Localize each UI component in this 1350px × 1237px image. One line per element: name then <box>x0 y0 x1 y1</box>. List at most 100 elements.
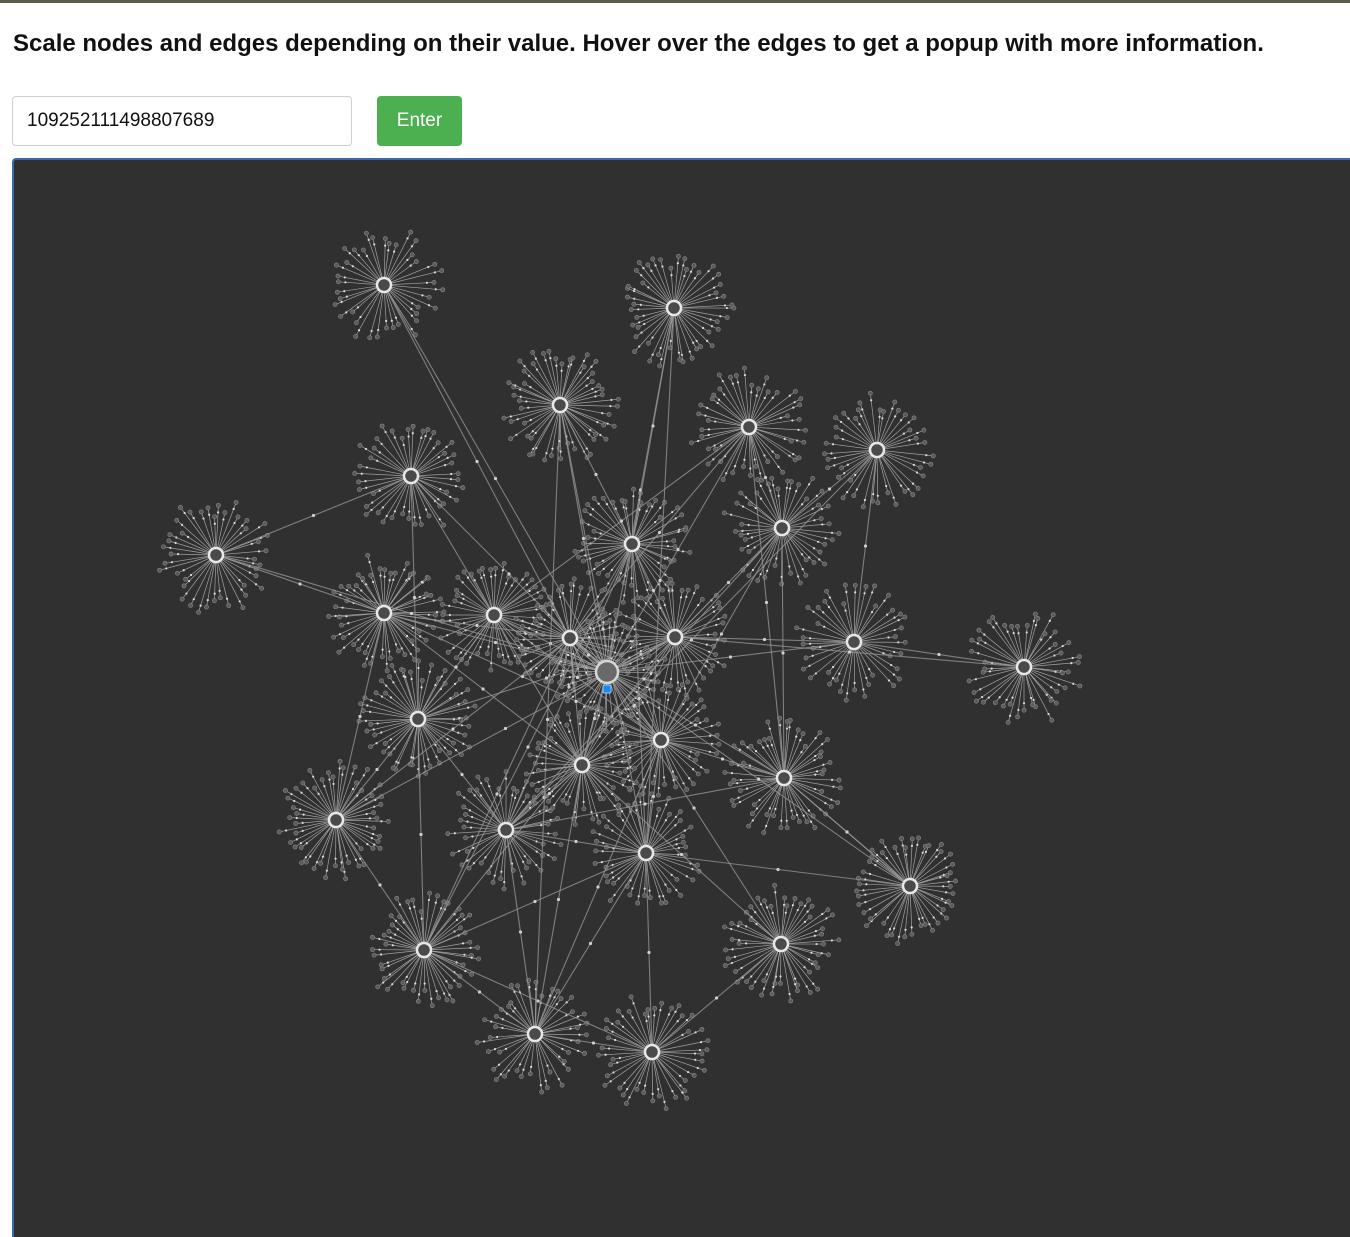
leaf-edge[interactable] <box>325 819 337 878</box>
leaf-node[interactable] <box>794 625 800 631</box>
leaf-node[interactable] <box>162 560 168 566</box>
leaf-node[interactable] <box>257 562 263 568</box>
leaf-node[interactable] <box>662 781 667 787</box>
leaf-node[interactable] <box>640 280 646 286</box>
leaf-node[interactable] <box>368 721 374 727</box>
leaf-node[interactable] <box>550 805 556 811</box>
leaf-node[interactable] <box>458 925 463 931</box>
leaf-node[interactable] <box>625 283 631 289</box>
leaf-node[interactable] <box>926 843 932 848</box>
leaf-node[interactable] <box>1032 611 1038 617</box>
leaf-node[interactable] <box>803 572 809 578</box>
leaf-node[interactable] <box>486 1049 491 1054</box>
leaf-node[interactable] <box>646 653 652 659</box>
leaf-node[interactable] <box>590 370 596 376</box>
leaf-node[interactable] <box>818 516 824 521</box>
hub-node[interactable] <box>773 519 791 537</box>
leaf-node[interactable] <box>969 637 975 643</box>
hub-node[interactable] <box>375 604 393 622</box>
leaf-node[interactable] <box>764 812 770 818</box>
leaf-node[interactable] <box>842 582 848 588</box>
leaf-node[interactable] <box>377 566 383 572</box>
leaf-node[interactable] <box>374 436 380 442</box>
leaf-node[interactable] <box>898 651 904 657</box>
leaf-node[interactable] <box>605 572 611 578</box>
leaf-node[interactable] <box>712 631 718 637</box>
leaf-node[interactable] <box>161 544 166 550</box>
leaf-node[interactable] <box>451 740 456 746</box>
leaf-node[interactable] <box>414 311 419 317</box>
hub-node[interactable] <box>740 418 758 436</box>
leaf-node[interactable] <box>444 489 450 495</box>
leaf-node[interactable] <box>427 763 433 769</box>
leaf-node[interactable] <box>1058 650 1064 656</box>
leaf-node[interactable] <box>918 465 923 470</box>
leaf-node[interactable] <box>915 486 921 491</box>
hub-node[interactable] <box>402 467 420 485</box>
leaf-node[interactable] <box>488 667 494 673</box>
leaf-node[interactable] <box>716 600 722 606</box>
leaf-node[interactable] <box>683 844 689 850</box>
leaf-node[interactable] <box>467 787 473 793</box>
leaf-node[interactable] <box>368 744 373 750</box>
leaf-node[interactable] <box>836 777 842 783</box>
leaf-node[interactable] <box>713 290 719 296</box>
leaf-node[interactable] <box>778 981 783 986</box>
leaf-node[interactable] <box>390 325 396 330</box>
leaf-node[interactable] <box>406 516 412 521</box>
leaf-node[interactable] <box>922 440 928 445</box>
leaf-node[interactable] <box>515 983 521 989</box>
leaf-node[interactable] <box>779 581 785 587</box>
leaf-node[interactable] <box>338 314 343 319</box>
leaf-node[interactable] <box>383 941 389 947</box>
leaf-node[interactable] <box>356 479 361 485</box>
leaf-node[interactable] <box>852 687 858 693</box>
leaf-node[interactable] <box>559 361 565 367</box>
leaf-node[interactable] <box>375 838 381 844</box>
leaf-node[interactable] <box>174 570 180 576</box>
leaf-node[interactable] <box>591 437 597 442</box>
leaf-node[interactable] <box>415 304 421 310</box>
leaf-node[interactable] <box>856 881 862 887</box>
leaf-node[interactable] <box>292 844 298 850</box>
leaf-node[interactable] <box>761 978 767 984</box>
leaf-node[interactable] <box>676 253 681 259</box>
leaf-node[interactable] <box>796 819 802 824</box>
leaf-node[interactable] <box>944 915 949 921</box>
leaf-node[interactable] <box>795 988 800 994</box>
leaf-node[interactable] <box>1062 685 1068 691</box>
leaf-node[interactable] <box>881 408 886 414</box>
leaf-node[interactable] <box>816 502 821 508</box>
leaf-node[interactable] <box>514 637 520 643</box>
leaf-node[interactable] <box>765 719 771 725</box>
leaf-node[interactable] <box>415 998 421 1004</box>
leaf-node[interactable] <box>371 952 377 958</box>
leaf-node[interactable] <box>815 965 821 970</box>
leaf-node[interactable] <box>807 990 813 995</box>
leaf-node[interactable] <box>444 997 450 1003</box>
leaf-node[interactable] <box>607 617 613 623</box>
leaf-node[interactable] <box>725 956 731 962</box>
leaf-node[interactable] <box>491 1066 497 1072</box>
leaf-node[interactable] <box>950 891 956 897</box>
leaf-node[interactable] <box>566 1049 571 1055</box>
leaf-node[interactable] <box>544 1085 550 1091</box>
leaf-node[interactable] <box>827 681 832 687</box>
leaf-node[interactable] <box>1052 629 1058 635</box>
leaf-node[interactable] <box>668 265 674 271</box>
leaf-node[interactable] <box>382 741 388 746</box>
leaf-node[interactable] <box>616 812 622 817</box>
leaf-node[interactable] <box>1021 707 1027 713</box>
leaf-node[interactable] <box>428 592 434 598</box>
leaf-node[interactable] <box>671 538 677 544</box>
leaf-node[interactable] <box>435 893 440 899</box>
network-canvas[interactable] <box>12 158 1350 1237</box>
hub-node[interactable] <box>573 756 591 774</box>
hub-node[interactable] <box>901 877 919 895</box>
leaf-node[interactable] <box>870 672 875 678</box>
leaf-node[interactable] <box>410 897 416 903</box>
leaf-node[interactable] <box>800 641 806 647</box>
leaf-node[interactable] <box>426 294 432 300</box>
leaf-node[interactable] <box>661 564 667 570</box>
leaf-node[interactable] <box>583 708 589 714</box>
